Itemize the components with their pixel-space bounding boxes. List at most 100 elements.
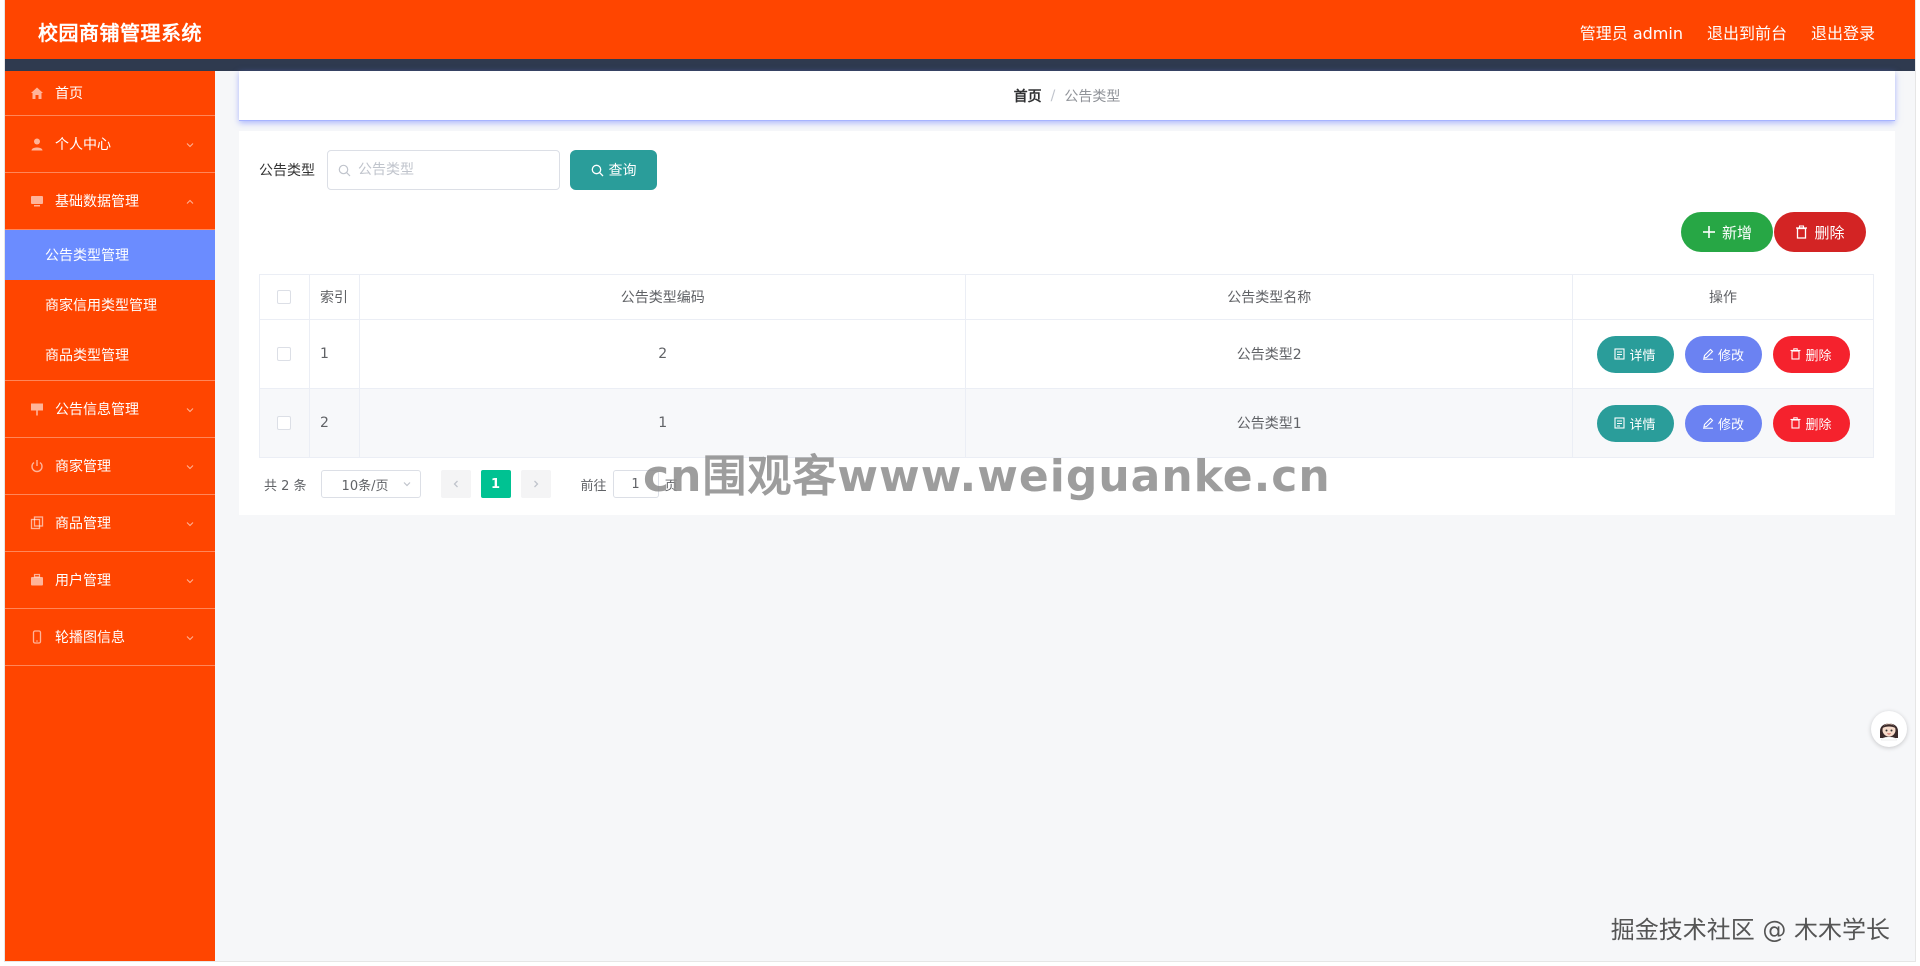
sidebar-item-label: 基础数据管理 [55, 194, 139, 210]
select-all-cell [259, 274, 310, 320]
corner-watermark: 掘金技术社区 @ 木木学长 [1610, 916, 1890, 944]
assistant-avatar[interactable] [1871, 711, 1907, 747]
edit-button[interactable]: 修改 [1684, 335, 1762, 373]
query-button[interactable]: 查询 [570, 150, 657, 190]
detail-button[interactable]: 详情 [1596, 404, 1674, 442]
top-header: 校园商铺管理系统 管理员 admin 退出到前台 退出登录 [5, 0, 1915, 59]
chevron-left-icon [453, 480, 458, 488]
document-icon [1614, 417, 1626, 429]
row-select-cell [259, 388, 310, 458]
search-input[interactable] [328, 151, 559, 189]
header-name: 公告类型名称 [965, 274, 1573, 320]
header-index: 索引 [308, 274, 360, 320]
add-button[interactable]: 新增 [1681, 212, 1773, 252]
page-number-current[interactable]: 1 [480, 470, 511, 498]
trash-icon [1790, 348, 1801, 360]
search-icon [338, 164, 351, 177]
sidebar-item-label: 用户管理 [55, 573, 111, 589]
search-form: 公告类型 查询 [259, 150, 657, 190]
sidebar-item-carousel[interactable]: 轮播图信息 [5, 609, 215, 666]
sidebar-item-users[interactable]: 用户管理 [5, 552, 215, 609]
cell-name: 公告类型1 [965, 388, 1573, 458]
chevron-down-icon [186, 636, 194, 641]
row-checkbox[interactable] [277, 416, 292, 430]
batch-delete-label: 删除 [1814, 223, 1845, 242]
search-label: 公告类型 [259, 163, 315, 179]
cell-name: 公告类型2 [965, 319, 1573, 389]
app-title: 校园商铺管理系统 [38, 21, 202, 45]
sidebar-item-label: 个人中心 [55, 137, 111, 153]
document-icon [1614, 348, 1626, 360]
page-jump-suffix: 页 [664, 478, 678, 494]
pagination-total: 共 2 条 [264, 478, 307, 494]
edit-button-label: 修改 [1717, 417, 1744, 433]
sidebar-item-label: 轮播图信息 [55, 630, 125, 646]
exit-to-front-link[interactable]: 退出到前台 [1707, 20, 1787, 44]
header-actions: 管理员 admin 退出到前台 退出登录 [1580, 20, 1875, 44]
chevron-down-icon [186, 579, 194, 584]
content-card: 公告类型 查询 新增 删除 索引 公告类型编码 [239, 131, 1895, 515]
page-size-value: 10条/页 [341, 478, 389, 494]
header-divider-bar [5, 59, 1915, 71]
detail-button[interactable]: 详情 [1596, 335, 1674, 373]
chevron-down-icon [186, 465, 194, 470]
breadcrumb-home[interactable]: 首页 [1014, 86, 1042, 106]
edit-icon [1702, 417, 1714, 429]
basic-data-submenu: 公告类型管理 商家信用类型管理 商品类型管理 [5, 230, 215, 381]
cell-actions: 详情 修改 删除 [1572, 388, 1874, 458]
chevron-down-icon [186, 408, 194, 413]
edit-button-label: 修改 [1717, 348, 1744, 364]
search-icon [591, 164, 603, 176]
row-select-cell [259, 319, 310, 389]
select-all-checkbox[interactable] [277, 290, 292, 304]
batch-delete-button[interactable]: 删除 [1774, 212, 1866, 252]
chevron-right-icon [533, 480, 538, 488]
pagination: 共 2 条 10条/页 1 前往 页 [264, 470, 678, 498]
prev-page-button[interactable] [440, 470, 471, 498]
sidebar-item-personal-center[interactable]: 个人中心 [5, 116, 215, 173]
logout-link[interactable]: 退出登录 [1811, 20, 1875, 44]
avatar-icon [1880, 723, 1898, 741]
copy-icon [29, 515, 45, 531]
query-button-label: 查询 [608, 163, 637, 179]
cell-index: 1 [308, 319, 360, 389]
sidebar-item-notice-type[interactable]: 公告类型管理 [5, 230, 215, 280]
sidebar-item-basic-data[interactable]: 基础数据管理 [5, 173, 215, 230]
header-actions: 操作 [1572, 274, 1874, 320]
edit-button[interactable]: 修改 [1684, 404, 1762, 442]
breadcrumb: 首页 / 公告类型 [239, 71, 1895, 121]
admin-user-label[interactable]: 管理员 admin [1580, 20, 1683, 44]
row-checkbox[interactable] [277, 347, 292, 361]
detail-button-label: 详情 [1629, 417, 1656, 433]
power-icon [29, 458, 45, 474]
breadcrumb-separator: / [1050, 87, 1056, 104]
chevron-down-icon [186, 143, 194, 148]
next-page-button[interactable] [520, 470, 551, 498]
board-icon [29, 401, 45, 417]
page-size-select[interactable]: 10条/页 [320, 470, 421, 498]
sidebar-item-merchant-credit-type[interactable]: 商家信用类型管理 [5, 280, 215, 330]
cell-actions: 详情 修改 删除 [1572, 319, 1874, 389]
page-jump-input[interactable] [612, 470, 659, 498]
app-frame: 校园商铺管理系统 管理员 admin 退出到前台 退出登录 首页 个人中心 基础… [4, 0, 1916, 962]
briefcase-icon [29, 572, 45, 588]
chevron-up-icon [186, 199, 194, 204]
delete-button-label: 删除 [1805, 348, 1832, 364]
sidebar-item-notice-info[interactable]: 公告信息管理 [5, 381, 215, 438]
detail-button-label: 详情 [1629, 348, 1656, 364]
sidebar-item-home[interactable]: 首页 [5, 71, 215, 116]
chevron-down-icon [186, 522, 194, 527]
page-jump: 前往 页 [581, 470, 678, 498]
sidebar: 首页 个人中心 基础数据管理 公告类型管理 商家信用类型管理 商品类型管理 公告… [5, 71, 215, 961]
sidebar-item-goods-type[interactable]: 商品类型管理 [5, 330, 215, 380]
table-header-row: 索引 公告类型编码 公告类型名称 操作 [259, 274, 1874, 320]
monitor-icon [29, 193, 45, 209]
sidebar-item-label: 商家管理 [55, 459, 111, 475]
delete-button[interactable]: 删除 [1772, 404, 1850, 442]
table-row: 1 2 公告类型2 详情 修改 删除 [259, 319, 1874, 389]
delete-button[interactable]: 删除 [1772, 335, 1850, 373]
sidebar-item-goods[interactable]: 商品管理 [5, 495, 215, 552]
sidebar-item-merchant[interactable]: 商家管理 [5, 438, 215, 495]
trash-icon [1796, 225, 1808, 239]
header-code: 公告类型编码 [358, 274, 967, 320]
